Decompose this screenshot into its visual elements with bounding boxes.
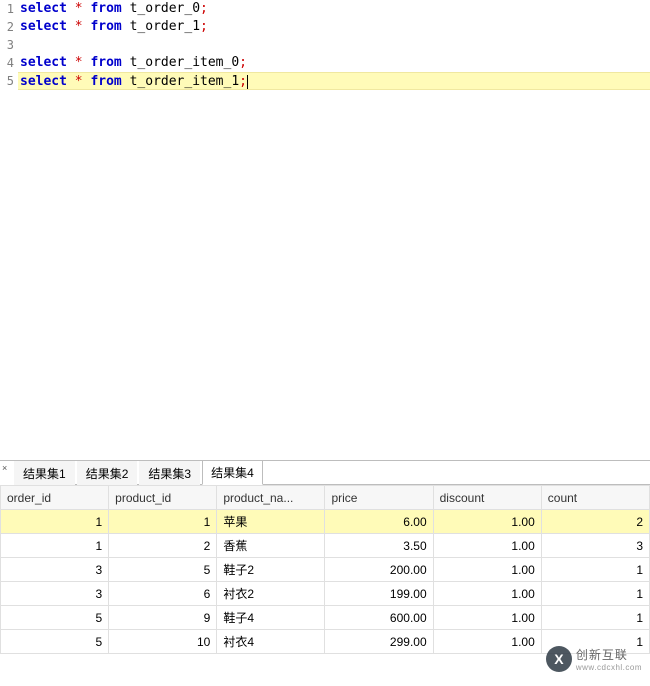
column-header[interactable]: price bbox=[325, 486, 433, 510]
results-panel: × 结果集1结果集2结果集3结果集4 order_idproduct_idpro… bbox=[0, 460, 650, 686]
cell[interactable]: 9 bbox=[109, 606, 217, 630]
column-header[interactable]: product_na... bbox=[217, 486, 325, 510]
cell[interactable]: 1.00 bbox=[433, 534, 541, 558]
cell[interactable]: 1 bbox=[1, 510, 109, 534]
editor-line[interactable]: 3 bbox=[0, 36, 650, 54]
column-header[interactable]: discount bbox=[433, 486, 541, 510]
cell[interactable]: 600.00 bbox=[325, 606, 433, 630]
cell[interactable]: 2 bbox=[541, 510, 649, 534]
cell[interactable]: 衬衣2 bbox=[217, 582, 325, 606]
column-header[interactable]: order_id bbox=[1, 486, 109, 510]
cell[interactable]: 1 bbox=[541, 606, 649, 630]
cell[interactable]: 1 bbox=[541, 582, 649, 606]
code-content[interactable]: select * from t_order_item_0; bbox=[18, 54, 650, 72]
line-number: 3 bbox=[0, 36, 18, 54]
code-content[interactable]: select * from t_order_0; bbox=[18, 0, 650, 18]
line-number: 1 bbox=[0, 0, 18, 18]
cell[interactable]: 3 bbox=[541, 534, 649, 558]
cell[interactable]: 鞋子2 bbox=[217, 558, 325, 582]
cell[interactable]: 200.00 bbox=[325, 558, 433, 582]
result-tab[interactable]: 结果集2 bbox=[77, 461, 138, 485]
cell[interactable]: 5 bbox=[109, 558, 217, 582]
result-tab[interactable]: 结果集1 bbox=[14, 461, 75, 485]
cell[interactable]: 3 bbox=[1, 582, 109, 606]
result-tab[interactable]: 结果集4 bbox=[202, 460, 263, 485]
cell[interactable]: 3 bbox=[1, 558, 109, 582]
line-number: 2 bbox=[0, 18, 18, 36]
cell[interactable]: 苹果 bbox=[217, 510, 325, 534]
result-grid[interactable]: order_idproduct_idproduct_na...pricedisc… bbox=[0, 485, 650, 654]
result-tabs: 结果集1结果集2结果集3结果集4 bbox=[14, 461, 650, 485]
editor-line[interactable]: 4select * from t_order_item_0; bbox=[0, 54, 650, 72]
cell[interactable]: 1.00 bbox=[433, 582, 541, 606]
cell[interactable]: 1.00 bbox=[433, 606, 541, 630]
line-number: 4 bbox=[0, 54, 18, 72]
cell[interactable]: 3.50 bbox=[325, 534, 433, 558]
code-content[interactable]: select * from t_order_item_1; bbox=[18, 72, 650, 90]
table-row[interactable]: 35鞋子2200.001.001 bbox=[1, 558, 650, 582]
table-row[interactable]: 11苹果6.001.002 bbox=[1, 510, 650, 534]
code-content[interactable] bbox=[18, 36, 650, 54]
editor-line[interactable]: 1select * from t_order_0; bbox=[0, 0, 650, 18]
cell[interactable]: 199.00 bbox=[325, 582, 433, 606]
table-row[interactable]: 12香蕉3.501.003 bbox=[1, 534, 650, 558]
cell[interactable]: 5 bbox=[1, 630, 109, 654]
cell[interactable]: 6 bbox=[109, 582, 217, 606]
table-row[interactable]: 36衬衣2199.001.001 bbox=[1, 582, 650, 606]
cell[interactable]: 6.00 bbox=[325, 510, 433, 534]
close-icon[interactable]: × bbox=[2, 463, 12, 473]
cell[interactable]: 1.00 bbox=[433, 510, 541, 534]
sql-editor[interactable]: 1select * from t_order_0;2select * from … bbox=[0, 0, 650, 450]
cell[interactable]: 1 bbox=[109, 510, 217, 534]
table-row[interactable]: 59鞋子4600.001.001 bbox=[1, 606, 650, 630]
code-content[interactable]: select * from t_order_1; bbox=[18, 18, 650, 36]
column-header[interactable]: count bbox=[541, 486, 649, 510]
cell[interactable]: 1 bbox=[541, 630, 649, 654]
cell[interactable]: 鞋子4 bbox=[217, 606, 325, 630]
cell[interactable]: 1.00 bbox=[433, 630, 541, 654]
line-number: 5 bbox=[0, 72, 18, 90]
editor-line[interactable]: 5select * from t_order_item_1; bbox=[0, 72, 650, 90]
cell[interactable]: 10 bbox=[109, 630, 217, 654]
cell[interactable]: 299.00 bbox=[325, 630, 433, 654]
cell[interactable]: 2 bbox=[109, 534, 217, 558]
cell[interactable]: 衬衣4 bbox=[217, 630, 325, 654]
cell[interactable]: 5 bbox=[1, 606, 109, 630]
cell[interactable]: 1.00 bbox=[433, 558, 541, 582]
cell[interactable]: 香蕉 bbox=[217, 534, 325, 558]
cell[interactable]: 1 bbox=[541, 558, 649, 582]
editor-line[interactable]: 2select * from t_order_1; bbox=[0, 18, 650, 36]
table-row[interactable]: 510衬衣4299.001.001 bbox=[1, 630, 650, 654]
result-tab[interactable]: 结果集3 bbox=[139, 461, 200, 485]
grid-header-row: order_idproduct_idproduct_na...pricedisc… bbox=[1, 486, 650, 510]
column-header[interactable]: product_id bbox=[109, 486, 217, 510]
cell[interactable]: 1 bbox=[1, 534, 109, 558]
